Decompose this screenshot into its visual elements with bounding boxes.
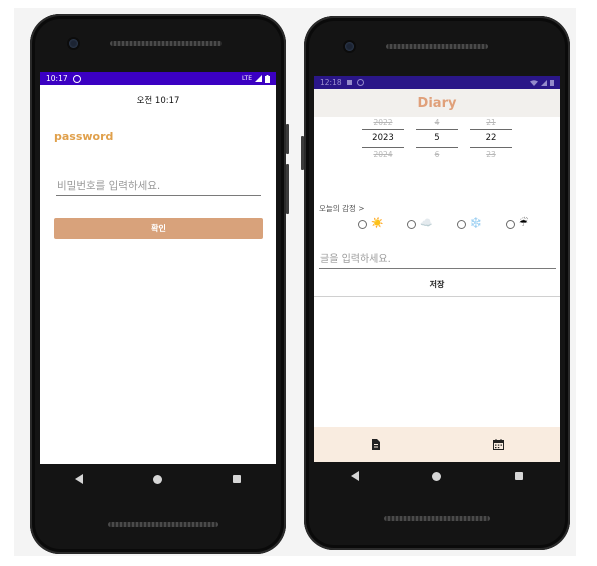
volume-button [301,136,304,170]
tab-calendar[interactable] [479,430,519,460]
wifi-icon [530,79,538,86]
confirm-button[interactable]: 확인 [54,218,263,239]
bottom-speaker [384,516,490,521]
mood-label: 오늘의 감정 > [319,204,365,213]
sync-icon [72,74,81,83]
picker-prev: 21 [486,118,496,127]
mood-option-snowy[interactable]: ❄️ [456,218,483,229]
power-button [286,164,289,214]
nav-bar [314,466,560,486]
sync-icon [356,79,364,86]
right-phone: 12:18 Diary 2022 2023 2024 4 5 6 21 22 2… [301,16,570,550]
year-picker[interactable]: 2022 2023 2024 [362,116,404,161]
volume-button [286,124,289,154]
month-picker[interactable]: 4 5 6 [416,116,458,161]
picker-value: 2023 [372,133,394,143]
picker-value: 22 [485,133,497,143]
cloud-icon: ☁️ [420,218,433,229]
status-bar: 12:18 [314,76,560,89]
battery-icon [265,74,270,83]
mood-option-cloudy[interactable]: ☁️ [407,218,433,229]
mood-option-sunny[interactable]: ☀️ [358,219,383,229]
save-button[interactable]: 저장 [314,272,560,297]
nav-bar [40,469,276,489]
radio-button[interactable] [407,219,417,229]
network-label: LTE [242,75,252,82]
picker-prev: 4 [434,118,440,127]
signal-icon [541,79,547,86]
top-speaker [110,41,222,46]
snowflake-icon: ❄️ [469,218,483,229]
document-icon [371,439,380,450]
front-camera [69,39,78,48]
signal-icon [255,75,262,82]
bottom-speaker [108,522,218,527]
date-picker: 2022 2023 2024 4 5 6 21 22 23 [362,116,512,161]
home-icon[interactable] [153,474,163,484]
home-icon[interactable] [432,471,442,481]
tab-document[interactable] [356,430,396,460]
mood-option-rainy[interactable]: ☔ [506,219,528,229]
back-icon[interactable] [75,474,84,484]
radio-button[interactable] [506,219,516,229]
picker-next: 6 [434,150,440,159]
password-label: password [54,130,114,143]
notification-icon [346,80,352,85]
status-bar: 10:17 LTE [40,72,276,85]
calendar-icon [493,439,504,450]
sun-icon: ☀️ [371,218,384,229]
back-icon[interactable] [350,471,359,481]
app-header: Diary [314,89,560,117]
radio-button[interactable] [358,219,367,229]
status-time: 10:17 [46,74,68,83]
recents-icon[interactable] [515,472,524,480]
picker-prev: 2022 [373,118,393,127]
battery-icon [550,80,554,86]
front-camera [345,42,354,51]
diary-input[interactable] [319,252,556,269]
app-title: Diary [417,95,457,111]
day-picker[interactable]: 21 22 23 [470,116,512,161]
picker-next: 2024 [373,150,393,159]
right-screen: 12:18 Diary 2022 2023 2024 4 5 6 21 22 2… [314,76,560,462]
status-time: 12:18 [320,78,342,87]
clock-title: 오전 10:17 [136,96,180,106]
radio-button[interactable] [456,219,466,229]
umbrella-icon: ☔ [519,218,528,229]
left-screen: 10:17 LTE 오전 10:17 password 확인 [40,72,276,464]
left-phone: 10:17 LTE 오전 10:17 password 확인 [30,14,289,554]
password-input[interactable] [56,178,261,196]
picker-value: 5 [434,133,440,143]
bottom-tab-bar [314,427,560,462]
top-speaker [386,44,488,49]
picker-next: 23 [486,150,496,159]
recents-icon[interactable] [232,475,241,483]
mood-radio-group: ☀️ ☁️ ❄️ ☔ [358,219,528,229]
